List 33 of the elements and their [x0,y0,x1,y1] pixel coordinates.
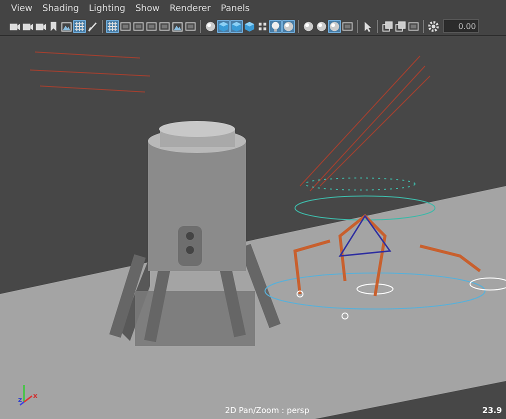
menu-item[interactable]: Lighting [86,4,132,14]
frame-icon[interactable] [341,20,354,32]
bulb-icon[interactable] [269,20,282,32]
gear-icon[interactable] [427,20,440,32]
frame-icon[interactable] [407,20,420,32]
cube-icon[interactable] [230,20,243,32]
frame-icon[interactable] [158,20,171,32]
windows-icon[interactable] [381,20,394,32]
frame-icon[interactable] [184,20,197,32]
sphere-icon[interactable] [328,20,341,32]
sphere-icon[interactable] [204,20,217,32]
camera-label: 2D Pan/Zoom : persp [225,406,310,415]
image-icon[interactable] [60,20,73,32]
menu-item[interactable]: Panels [218,4,257,14]
pen-icon[interactable] [86,20,99,32]
menu-item[interactable]: Shading [39,4,86,14]
cube-icon[interactable] [243,20,256,32]
grid-icon[interactable] [73,20,86,32]
menu-item[interactable]: View [8,4,40,14]
value-field[interactable]: 0.00 [443,19,479,33]
grid-icon[interactable] [106,20,119,32]
image-icon[interactable] [171,20,184,32]
frame-rate-readout: 23.9 [482,406,502,415]
menu-item[interactable]: Renderer [166,4,218,14]
frame-icon[interactable] [132,20,145,32]
frame-icon[interactable] [119,20,132,32]
frame-icon[interactable] [145,20,158,32]
cube-icon[interactable] [217,20,230,32]
menu-item[interactable]: Show [132,4,167,14]
sphere-icon[interactable] [302,20,315,32]
windows-icon[interactable] [394,20,407,32]
sphere-icon[interactable] [315,20,328,32]
sphere-icon[interactable] [282,20,295,32]
